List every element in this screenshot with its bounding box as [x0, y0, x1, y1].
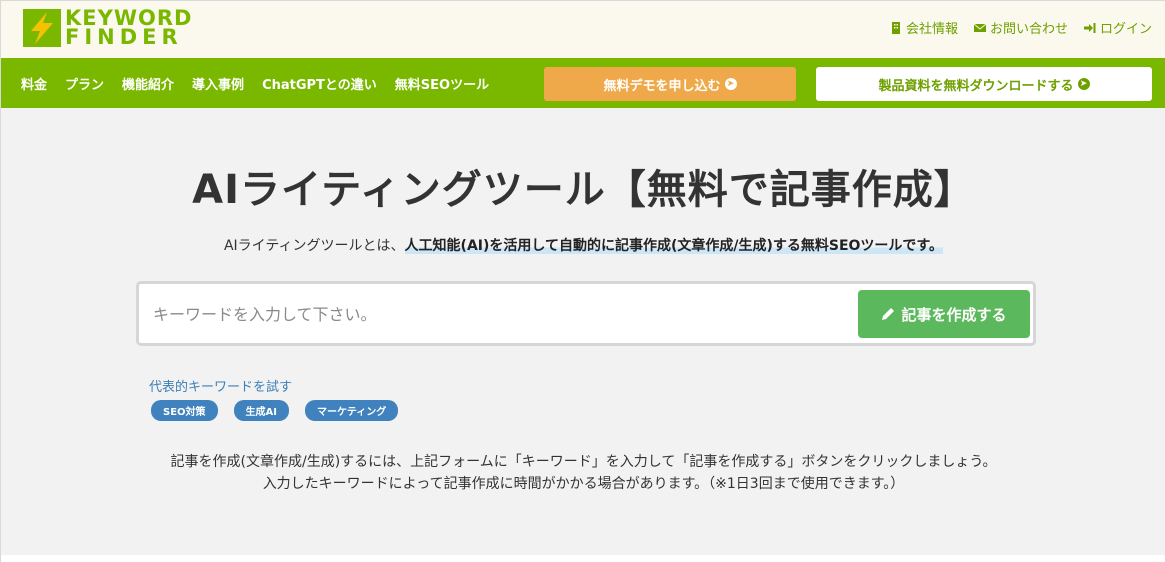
free-demo-label: 無料デモを申し込む — [603, 78, 721, 94]
logo-line-2: FINDER — [65, 25, 183, 49]
create-article-label: 記事を作成する — [901, 305, 1007, 324]
nav-item-features[interactable]: 機能紹介 — [122, 74, 174, 93]
login-link[interactable]: ログイン — [1083, 18, 1152, 37]
nav-item-case-studies[interactable]: 導入事例 — [192, 74, 244, 93]
lead-plain: AIライティングツールとは、 — [223, 238, 405, 254]
free-demo-button[interactable]: 無料デモを申し込む ➤ — [544, 67, 796, 101]
contact-link[interactable]: お問い合わせ — [973, 18, 1068, 37]
logo[interactable]: KEYWORD FINDER — [23, 7, 192, 49]
top-header: KEYWORD FINDER 会社情報 お問い合わせ ログイン — [1, 1, 1165, 58]
lead-text: AIライティングツールとは、人工知能(AI)を活用して自動的に記事作成(文章作成… — [1, 235, 1165, 255]
sample-keywords-label: 代表的キーワードを試す — [149, 380, 293, 395]
sample-keyword-tags: SEO対策 生成AI マーケティング — [151, 400, 399, 421]
instructions-line-1: 記事を作成(文章作成/生成)するには、上記フォームに「キーワード」を入力して「記… — [170, 454, 997, 470]
company-info-label: 会社情報 — [905, 22, 958, 37]
nav-item-free-seo-tools[interactable]: 無料SEOツール — [395, 74, 489, 93]
nav-item-pricing[interactable]: 料金 — [21, 74, 47, 93]
keyword-search-box: 記事を作成する — [136, 281, 1036, 346]
lead-highlight: 人工知能(AI)を活用して自動的に記事作成(文章作成/生成)する無料SEOツール… — [404, 238, 944, 254]
page-title: AIライティングツール【無料で記事作成】 — [192, 167, 975, 213]
nav-items: 料金 プラン 機能紹介 導入事例 ChatGPTとの違い 無料SEOツール — [21, 74, 507, 93]
nav-item-chatgpt-diff[interactable]: ChatGPTとの違い — [262, 74, 377, 93]
create-article-button[interactable]: 記事を作成する — [858, 290, 1030, 338]
pencil-icon — [882, 308, 895, 320]
keyword-input[interactable] — [153, 298, 843, 330]
nav-item-plans[interactable]: プラン — [65, 74, 104, 93]
login-label: ログイン — [1099, 22, 1152, 37]
arrow-circle-right-icon: ➤ — [1077, 78, 1090, 90]
contact-label: お問い合わせ — [989, 22, 1068, 37]
instructions-line-2: 入力したキーワードによって記事作成に時間がかかる場合があります。（※1日3回まで… — [262, 476, 905, 492]
keyword-tag-marketing[interactable]: マーケティング — [305, 400, 399, 421]
logo-text: KEYWORD FINDER — [65, 8, 192, 49]
download-materials-label: 製品資料を無料ダウンロードする — [878, 78, 1074, 94]
footer-strip — [1, 555, 1165, 562]
top-links: 会社情報 お問い合わせ ログイン — [890, 18, 1152, 37]
building-icon — [891, 21, 900, 34]
company-info-link[interactable]: 会社情報 — [890, 18, 958, 37]
envelope-icon — [973, 23, 986, 32]
instructions: 記事を作成(文章作成/生成)するには、上記フォームに「キーワード」を入力して「記… — [1, 451, 1165, 495]
arrow-circle-right-icon: ➤ — [724, 78, 737, 90]
download-materials-button[interactable]: 製品資料を無料ダウンロードする ➤ — [816, 67, 1152, 101]
keyword-tag-generative-ai[interactable]: 生成AI — [233, 400, 290, 421]
login-icon — [1083, 22, 1096, 33]
lightning-logo-icon — [23, 9, 61, 47]
keyword-tag-seo[interactable]: SEO対策 — [151, 400, 218, 421]
